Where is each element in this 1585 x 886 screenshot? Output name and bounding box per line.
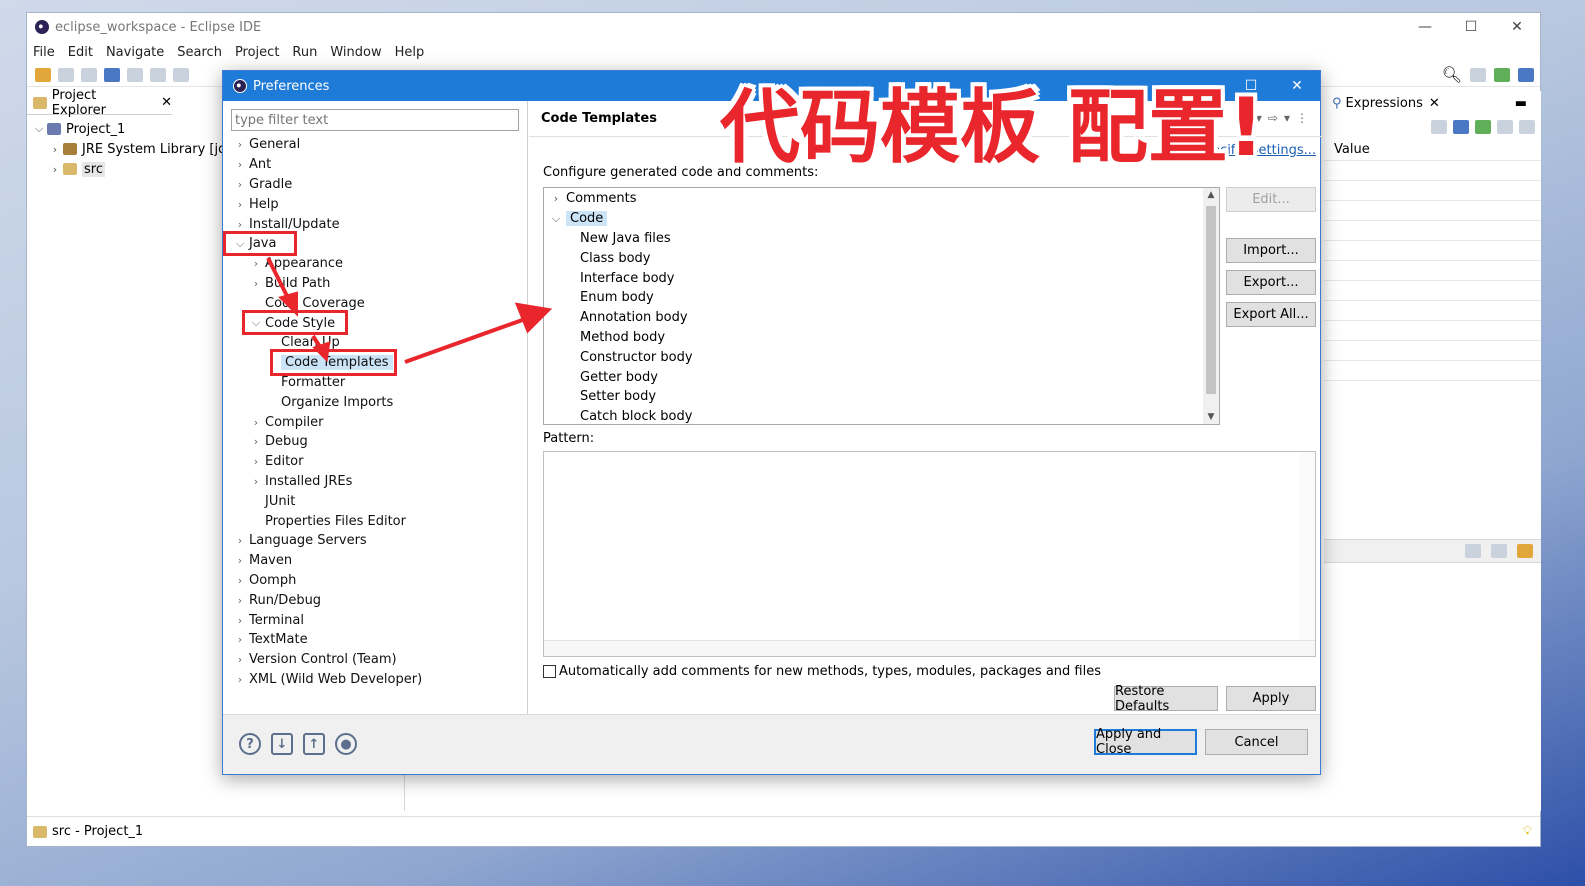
arrow-head-icon [514,302,553,334]
annotation-title: 代码模板 配置! [720,81,1265,174]
arrow-head-icon [312,341,331,363]
arrow-templates-to-page [404,316,529,364]
arrow-head-icon [278,291,298,317]
